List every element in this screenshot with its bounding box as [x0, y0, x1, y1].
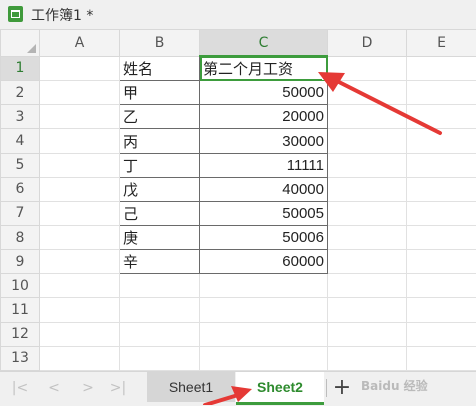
cell-e13[interactable]	[407, 346, 476, 370]
cell-e9[interactable]	[407, 250, 476, 274]
cell-b1-name-header[interactable]: 姓名	[120, 56, 200, 81]
cell-a7[interactable]	[40, 201, 120, 225]
column-header-e[interactable]: E	[407, 30, 476, 57]
cell-b3-name[interactable]: 乙	[120, 105, 200, 129]
cell-d8[interactable]	[328, 226, 407, 250]
cell-d6[interactable]	[328, 177, 407, 201]
first-sheet-nav-icon[interactable]: |<	[10, 377, 30, 399]
cell-e11[interactable]	[407, 298, 476, 322]
cell-b13[interactable]	[120, 346, 200, 370]
row-header-5[interactable]: 5	[1, 153, 40, 177]
cell-c12[interactable]	[200, 322, 328, 346]
cell-b11[interactable]	[120, 298, 200, 322]
column-header-b[interactable]: B	[120, 30, 200, 57]
cell-a10[interactable]	[40, 274, 120, 298]
cell-a2[interactable]	[40, 81, 120, 105]
cell-e12[interactable]	[407, 322, 476, 346]
cell-b7-name[interactable]: 己	[120, 201, 200, 225]
cell-c5-value[interactable]: 11111	[200, 153, 328, 177]
column-header-a[interactable]: A	[40, 30, 120, 57]
cell-a13[interactable]	[40, 346, 120, 370]
cell-e5[interactable]	[407, 153, 476, 177]
cell-a4[interactable]	[40, 129, 120, 153]
row-header-11[interactable]: 11	[1, 298, 40, 322]
cell-b8-name[interactable]: 庚	[120, 226, 200, 250]
cell-c3-value[interactable]: 20000	[200, 105, 328, 129]
next-sheet-nav-icon[interactable]: >	[78, 377, 98, 399]
cell-d7[interactable]	[328, 201, 407, 225]
last-sheet-nav-icon[interactable]: >|	[108, 377, 128, 399]
cell-d11[interactable]	[328, 298, 407, 322]
row-header-3[interactable]: 3	[1, 105, 40, 129]
cell-d3[interactable]	[328, 105, 407, 129]
cell-d12[interactable]	[328, 322, 407, 346]
cell-a1[interactable]	[40, 56, 120, 81]
cell-a3[interactable]	[40, 105, 120, 129]
cell-d2[interactable]	[328, 81, 407, 105]
cell-a6[interactable]	[40, 177, 120, 201]
cell-e8[interactable]	[407, 226, 476, 250]
document-title: 工作簿1 *	[31, 5, 93, 25]
tab-separator	[326, 379, 327, 397]
cell-e3[interactable]	[407, 105, 476, 129]
cell-c13[interactable]	[200, 346, 328, 370]
cell-e2[interactable]	[407, 81, 476, 105]
cell-b4-name[interactable]: 丙	[120, 129, 200, 153]
row-header-1[interactable]: 1	[1, 56, 40, 81]
row-header-10[interactable]: 10	[1, 274, 40, 298]
cell-a5[interactable]	[40, 153, 120, 177]
cell-e1[interactable]	[407, 56, 476, 81]
select-all-corner[interactable]	[1, 30, 40, 57]
cell-d10[interactable]	[328, 274, 407, 298]
add-sheet-button[interactable]: +	[332, 376, 352, 400]
cell-c4-value[interactable]: 30000	[200, 129, 328, 153]
prev-sheet-nav-icon[interactable]: <	[44, 377, 64, 399]
cell-e6[interactable]	[407, 177, 476, 201]
cell-c9-value[interactable]: 60000	[200, 250, 328, 274]
title-bar: 工作簿1 *	[0, 0, 476, 30]
watermark-logo: Baidu 经验	[361, 377, 428, 394]
row-header-12[interactable]: 12	[1, 322, 40, 346]
cell-a11[interactable]	[40, 298, 120, 322]
spreadsheet-app-icon	[8, 6, 23, 22]
cell-d9[interactable]	[328, 250, 407, 274]
column-header-d[interactable]: D	[328, 30, 407, 57]
row-header-9[interactable]: 9	[1, 250, 40, 274]
cell-b2-name[interactable]: 甲	[120, 81, 200, 105]
cell-c10[interactable]	[200, 274, 328, 298]
cell-c7-value[interactable]: 50005	[200, 201, 328, 225]
cell-a9[interactable]	[40, 250, 120, 274]
fill-handle[interactable]	[322, 73, 329, 80]
row-header-2[interactable]: 2	[1, 81, 40, 105]
cell-c11[interactable]	[200, 298, 328, 322]
select-all-icon	[27, 44, 36, 53]
row-header-4[interactable]: 4	[1, 129, 40, 153]
cell-d13[interactable]	[328, 346, 407, 370]
cell-b12[interactable]	[120, 322, 200, 346]
column-header-c[interactable]: C	[200, 30, 328, 57]
cell-b9-name[interactable]: 辛	[120, 250, 200, 274]
cell-b5-name[interactable]: 丁	[120, 153, 200, 177]
cell-e10[interactable]	[407, 274, 476, 298]
cell-c6-value[interactable]: 40000	[200, 177, 328, 201]
cell-b10[interactable]	[120, 274, 200, 298]
cell-d1[interactable]	[328, 56, 407, 81]
cell-b6-name[interactable]: 戊	[120, 177, 200, 201]
row-header-13[interactable]: 13	[1, 346, 40, 370]
cell-a8[interactable]	[40, 226, 120, 250]
cell-c1-salary-header[interactable]: 第二个月工资	[200, 56, 328, 81]
cell-e7[interactable]	[407, 201, 476, 225]
row-header-8[interactable]: 8	[1, 226, 40, 250]
row-header-6[interactable]: 6	[1, 177, 40, 201]
cell-d5[interactable]	[328, 153, 407, 177]
cell-a12[interactable]	[40, 322, 120, 346]
row-header-7[interactable]: 7	[1, 201, 40, 225]
sheet-tab-sheet1[interactable]: Sheet1	[147, 372, 235, 402]
sheet-tab-sheet2[interactable]: Sheet2	[236, 372, 324, 405]
cell-e4[interactable]	[407, 129, 476, 153]
cell-c8-value[interactable]: 50006	[200, 226, 328, 250]
cell-d4[interactable]	[328, 129, 407, 153]
spreadsheet-grid[interactable]: A B C D E 1 姓名 第二个月工资 2 甲 50000 3 乙 2	[0, 29, 476, 371]
cell-c2-value[interactable]: 50000	[200, 81, 328, 105]
